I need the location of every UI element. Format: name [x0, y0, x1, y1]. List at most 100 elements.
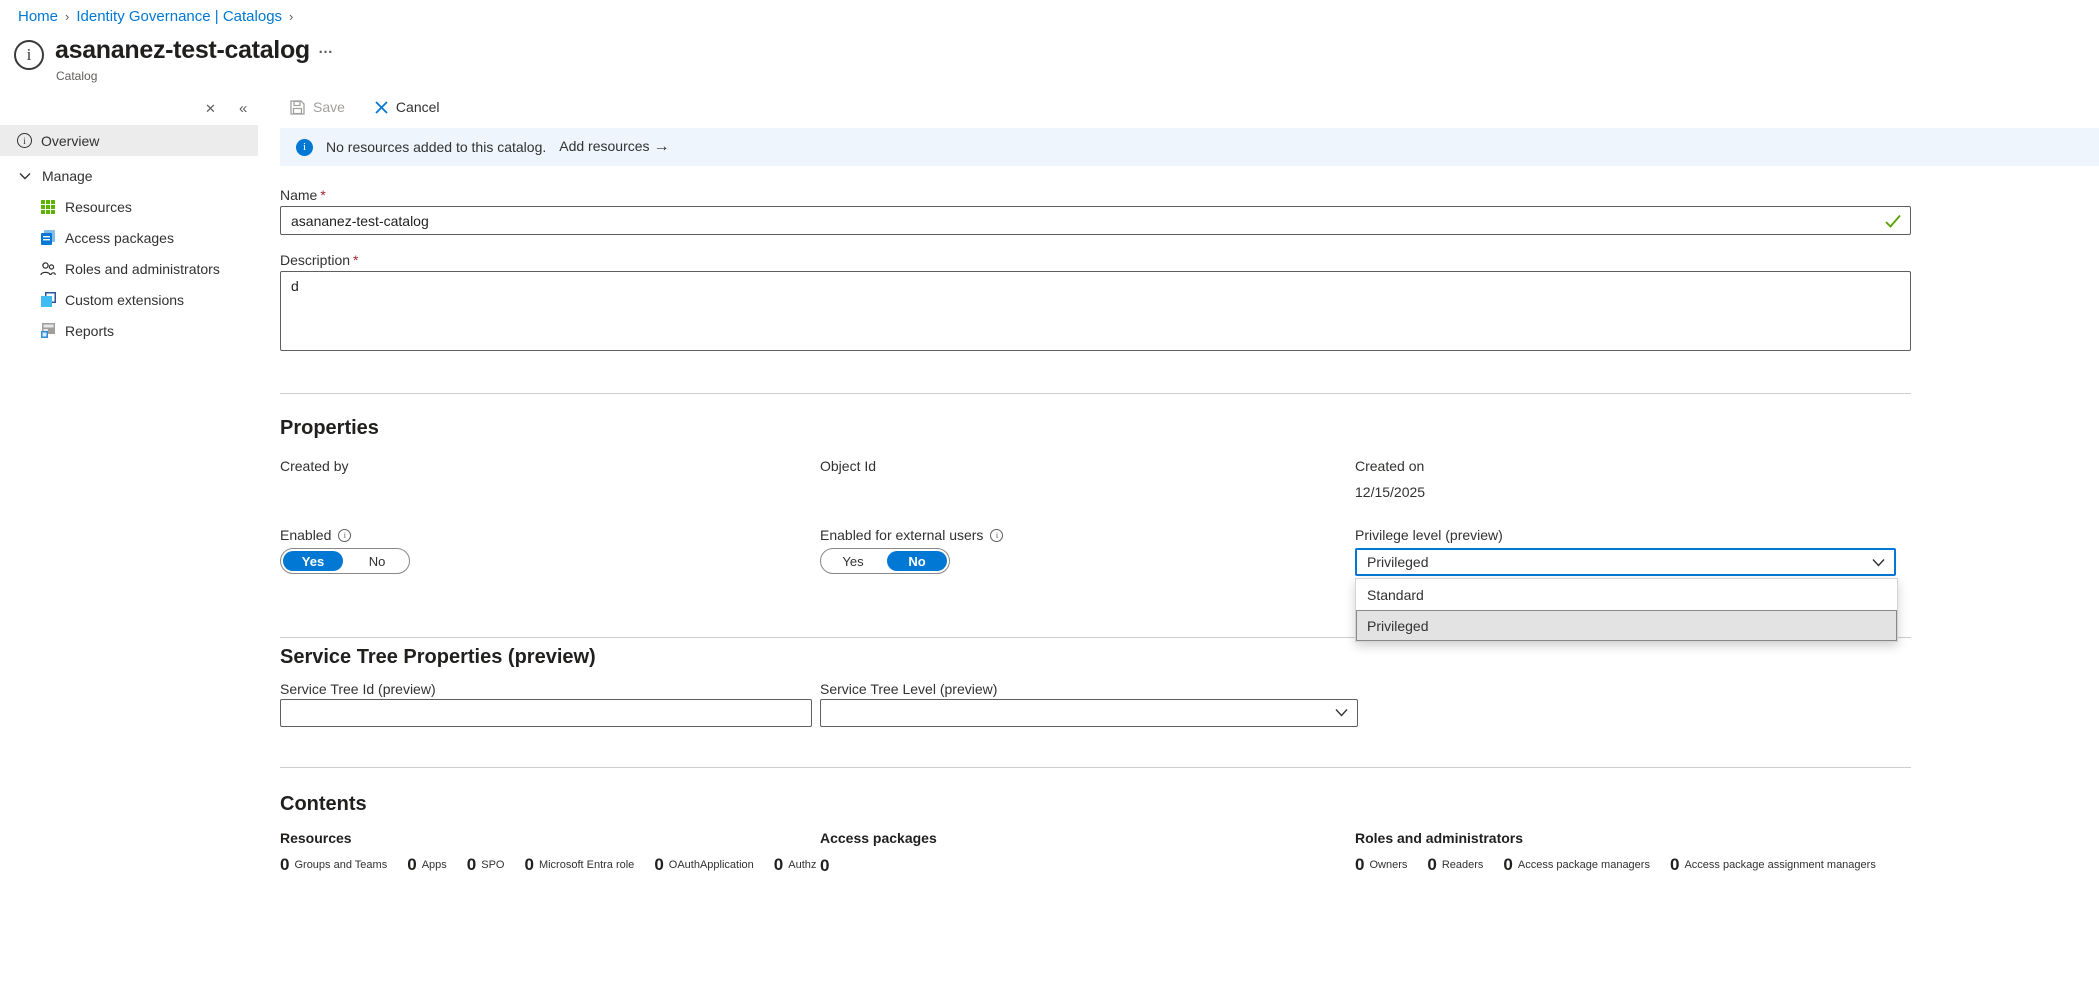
cancel-button[interactable]: Cancel — [375, 99, 440, 115]
stat-groups-and-teams: 0 Groups and Teams — [280, 856, 387, 873]
service-tree-id-input[interactable] — [280, 699, 812, 727]
access-packages-group-heading: Access packages — [820, 830, 937, 846]
page-subtitle: Catalog — [56, 69, 97, 83]
created-by-label: Created by — [280, 458, 348, 474]
service-tree-heading: Service Tree Properties (preview) — [280, 646, 596, 669]
description-field-label: Description* — [280, 252, 358, 268]
sidebar-menu: i Overview Manage Resources — [0, 125, 258, 346]
enabled-external-label: Enabled for external users i — [820, 527, 1003, 543]
service-tree-level-label: Service Tree Level (preview) — [820, 681, 997, 697]
properties-heading: Properties — [280, 417, 379, 440]
breadcrumb-separator: › — [289, 9, 293, 24]
sidebar-item-overview[interactable]: i Overview — [0, 125, 258, 156]
stat-access-package-managers: 0 Access package managers — [1503, 856, 1650, 873]
toggle-yes-selected[interactable]: Yes — [283, 551, 343, 571]
info-circle-icon: i — [17, 133, 32, 148]
required-asterisk: * — [320, 187, 325, 203]
sidebar-group-manage[interactable]: Manage — [0, 160, 258, 191]
stat-authz: 0 Authz — [774, 856, 817, 873]
roles-stats: 0 Owners 0 Readers 0 Access package mana… — [1355, 856, 1876, 873]
grid-icon — [40, 199, 56, 215]
save-label: Save — [313, 99, 345, 115]
sidebar-item-roles-administrators[interactable]: Roles and administrators — [0, 253, 258, 284]
sidebar-item-reports[interactable]: Reports — [0, 315, 258, 346]
required-asterisk: * — [353, 252, 358, 268]
info-tooltip-icon[interactable]: i — [338, 529, 351, 542]
toggle-no-selected[interactable]: No — [887, 551, 947, 571]
stat-readers: 0 Readers — [1427, 856, 1483, 873]
stat-apps: 0 Apps — [407, 856, 447, 873]
stat-oauth-application: 0 OAuthApplication — [654, 856, 753, 873]
catalog-info-icon: i — [14, 40, 44, 70]
reports-icon — [40, 323, 56, 339]
name-input[interactable]: asananez-test-catalog — [280, 206, 1911, 235]
valid-check-icon — [1885, 214, 1901, 228]
sidebar-item-access-packages[interactable]: Access packages — [0, 222, 258, 253]
save-button[interactable]: Save — [290, 99, 345, 115]
privilege-level-value: Privileged — [1367, 554, 1428, 570]
chevron-down-icon — [1872, 558, 1885, 567]
breadcrumb: Home › Identity Governance | Catalogs › — [18, 8, 293, 25]
breadcrumb-catalogs-link[interactable]: Identity Governance | Catalogs — [76, 8, 282, 25]
add-resources-link[interactable]: Add resources→ — [559, 138, 669, 156]
privilege-level-label: Privilege level (preview) — [1355, 527, 1503, 543]
sidebar-item-label: Overview — [41, 133, 99, 149]
stat-spo: 0 SPO — [467, 856, 505, 873]
privilege-level-dropdown[interactable]: Privileged — [1355, 548, 1896, 576]
info-banner: i No resources added to this catalog. Ad… — [280, 128, 2099, 166]
created-on-value: 12/15/2025 — [1355, 484, 1425, 500]
name-input-value: asananez-test-catalog — [291, 213, 429, 229]
description-textarea[interactable]: d — [280, 271, 1911, 351]
banner-text: No resources added to this catalog. — [326, 139, 546, 155]
sidebar-item-label: Custom extensions — [65, 292, 184, 308]
enabled-toggle[interactable]: Yes No — [280, 548, 410, 574]
page-title: asananez-test-catalog — [55, 36, 310, 65]
service-tree-level-dropdown[interactable] — [820, 699, 1358, 727]
resources-stats: 0 Groups and Teams 0 Apps 0 SPO 0 Micros… — [280, 856, 816, 873]
option-standard[interactable]: Standard — [1356, 579, 1897, 610]
cancel-label: Cancel — [396, 99, 440, 115]
arrow-right-icon: → — [654, 138, 670, 155]
name-field-label: Name* — [280, 187, 326, 203]
resources-group-heading: Resources — [280, 830, 352, 846]
info-tooltip-icon[interactable]: i — [990, 529, 1003, 542]
toggle-no-option[interactable]: No — [345, 549, 409, 573]
contents-heading: Contents — [280, 793, 367, 816]
sidebar-item-resources[interactable]: Resources — [0, 191, 258, 222]
chevron-down-icon — [17, 168, 33, 184]
banner-info-icon: i — [296, 139, 313, 156]
collapse-pane-icon[interactable]: « — [239, 100, 247, 117]
extension-icon — [40, 292, 56, 308]
chevron-down-icon — [1335, 708, 1348, 717]
option-privileged[interactable]: Privileged — [1356, 610, 1897, 641]
enabled-external-toggle[interactable]: Yes No — [820, 548, 950, 574]
access-packages-count: 0 — [820, 856, 829, 876]
description-value: d — [291, 278, 299, 294]
stat-entra-role: 0 Microsoft Entra role — [524, 856, 634, 873]
save-icon — [290, 100, 305, 115]
sidebar-item-label: Roles and administrators — [65, 261, 220, 277]
cancel-x-icon — [375, 101, 388, 114]
enabled-label: Enabled i — [280, 527, 351, 543]
toggle-yes-option[interactable]: Yes — [821, 549, 885, 573]
object-id-label: Object Id — [820, 458, 876, 474]
section-divider — [280, 767, 1911, 768]
sidebar-item-label: Resources — [65, 199, 132, 215]
pages-icon — [40, 230, 56, 246]
sidebar-item-label: Reports — [65, 323, 114, 339]
more-menu-button[interactable]: … — [318, 40, 334, 57]
section-divider — [280, 393, 1911, 394]
breadcrumb-home-link[interactable]: Home — [18, 8, 58, 25]
close-pane-icon[interactable]: ✕ — [205, 101, 216, 117]
sidebar-group-label: Manage — [42, 168, 93, 184]
roles-group-heading: Roles and administrators — [1355, 830, 1523, 846]
privilege-level-options-flyout: Standard Privileged — [1355, 578, 1898, 642]
command-bar: Save Cancel — [290, 99, 440, 115]
sidebar-item-custom-extensions[interactable]: Custom extensions — [0, 284, 258, 315]
breadcrumb-separator: › — [65, 9, 69, 24]
stat-owners: 0 Owners — [1355, 856, 1407, 873]
created-on-label: Created on — [1355, 458, 1424, 474]
stat-access-package-assignment-managers: 0 Access package assignment managers — [1670, 856, 1876, 873]
service-tree-id-label: Service Tree Id (preview) — [280, 681, 436, 697]
sidebar-item-label: Access packages — [65, 230, 174, 246]
